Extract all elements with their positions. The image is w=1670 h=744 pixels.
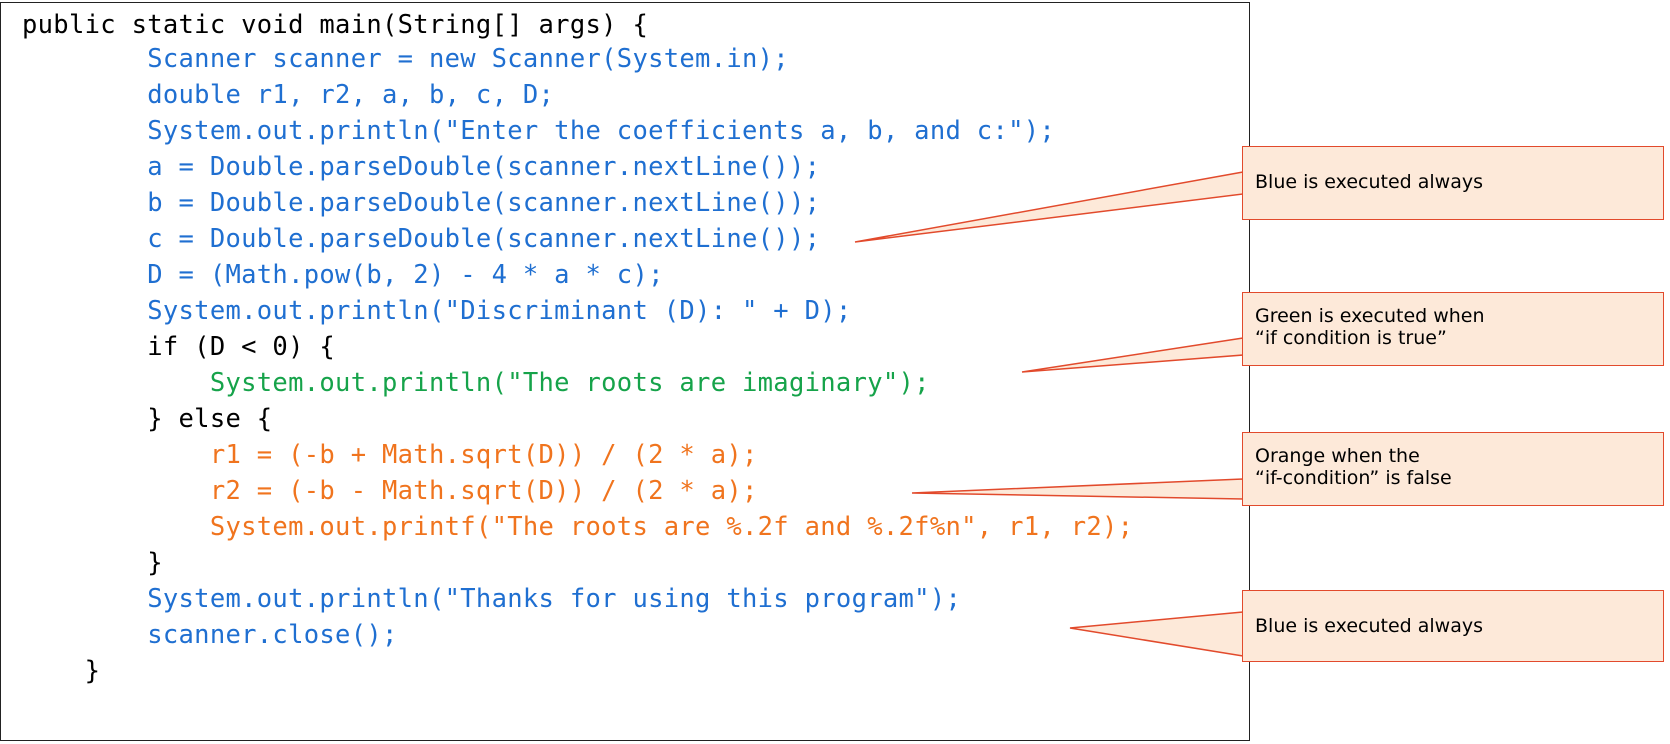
callout-pointer-3 bbox=[911, 478, 1244, 500]
callout-pointer-2 bbox=[1021, 337, 1244, 373]
callout-pointer-1 bbox=[854, 171, 1244, 243]
callout-orange-if-false: Orange when the “if-condition” is false bbox=[1242, 432, 1664, 506]
callout-text-line-2: “if condition is true” bbox=[1255, 327, 1447, 349]
callout-green-if-true: Green is executed when “if condition is … bbox=[1242, 292, 1664, 366]
callout-text: Blue is executed always bbox=[1255, 171, 1483, 193]
callout-text: Blue is executed always bbox=[1255, 615, 1483, 637]
callout-blue-always: Blue is executed always bbox=[1242, 146, 1664, 220]
callout-text-line-1: Green is executed when bbox=[1255, 305, 1485, 327]
callout-text-line-2: “if-condition” is false bbox=[1255, 467, 1452, 489]
callout-text-line-1: Orange when the bbox=[1255, 445, 1420, 467]
callout-pointer-4 bbox=[1069, 611, 1244, 657]
callout-blue-always-2: Blue is executed always bbox=[1242, 590, 1664, 662]
